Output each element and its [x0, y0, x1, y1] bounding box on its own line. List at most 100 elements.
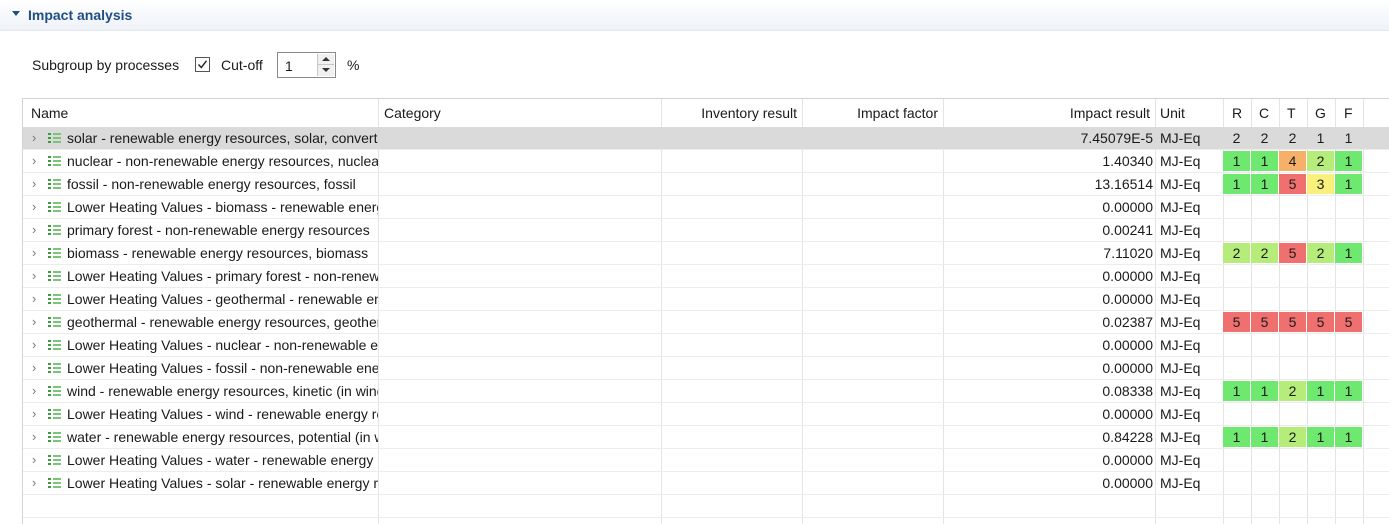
checkmark-icon	[197, 60, 208, 69]
expand-chevron-icon[interactable]: ›	[32, 176, 36, 191]
quality-score: 2	[1288, 130, 1297, 146]
table-row[interactable]: › Lower Heating Values - geothermal - ren…	[23, 288, 1389, 311]
spinner-up-button[interactable]	[318, 54, 334, 65]
quality-score: 1	[1251, 174, 1278, 194]
quality-score: 5	[1307, 312, 1334, 332]
row-name: fossil - non-renewable energy resources,…	[67, 176, 356, 192]
expand-chevron-icon[interactable]: ›	[32, 406, 36, 421]
quality-score: 2	[1279, 381, 1306, 401]
row-unit: MJ-Eq	[1160, 222, 1201, 238]
table-row[interactable]: › biomass - renewable energy resources, b…	[23, 242, 1389, 265]
expand-chevron-icon[interactable]: ›	[32, 314, 36, 329]
impact-table[interactable]: Name Category Inventory result Impact fa…	[22, 98, 1389, 524]
expand-chevron-icon[interactable]: ›	[32, 291, 36, 306]
expand-chevron-icon[interactable]: ›	[32, 337, 36, 352]
expand-chevron-icon[interactable]: ›	[32, 245, 36, 260]
row-name: primary forest - non-renewable energy re…	[67, 222, 370, 238]
expand-chevron-icon[interactable]: ›	[32, 153, 36, 168]
row-impact-result: 0.00000	[1102, 360, 1153, 376]
subgroup-checkbox[interactable]	[195, 57, 210, 72]
quality-score: 1	[1344, 130, 1353, 146]
result-list-icon	[48, 156, 61, 166]
quality-score: 1	[1223, 427, 1250, 447]
header-t[interactable]: T	[1287, 105, 1296, 121]
header-impact-result[interactable]: Impact result	[943, 105, 1150, 121]
table-row[interactable]: › water - renewable energy resources, pot…	[23, 426, 1389, 449]
table-row[interactable]: › Lower Heating Values - nuclear - non-re…	[23, 334, 1389, 357]
header-category[interactable]: Category	[384, 105, 441, 121]
quality-score: 5	[1279, 174, 1306, 194]
spinner-down-button[interactable]	[318, 65, 334, 76]
result-list-icon	[48, 340, 61, 350]
header-inventory-result[interactable]: Inventory result	[661, 105, 797, 121]
quality-score: 1	[1251, 427, 1278, 447]
row-unit: MJ-Eq	[1160, 291, 1201, 307]
quality-score: 5	[1279, 243, 1306, 263]
header-c[interactable]: C	[1259, 105, 1269, 121]
table-row[interactable]: › Lower Heating Values - wind - renewable…	[23, 403, 1389, 426]
table-row[interactable]: › Lower Heating Values - fossil - non-ren…	[23, 357, 1389, 380]
cutoff-spinner[interactable]: 1	[277, 52, 336, 78]
cutoff-label: Cut-off	[221, 57, 263, 73]
quality-score: 5	[1279, 312, 1306, 332]
quality-score: 1	[1307, 381, 1334, 401]
result-list-icon	[48, 432, 61, 442]
row-name: Lower Heating Values - biomass - renewab…	[67, 199, 378, 215]
table-row[interactable]: › geothermal - renewable energy resources…	[23, 311, 1389, 334]
expand-chevron-icon[interactable]: ›	[32, 383, 36, 398]
table-row[interactable]: › Lower Heating Values - solar - renewabl…	[23, 472, 1389, 495]
table-body: › solar - renewable energy resources, sol…	[23, 127, 1389, 518]
expand-chevron-icon[interactable]: ›	[32, 268, 36, 283]
quality-score: 1	[1251, 151, 1278, 171]
row-name: Lower Heating Values - wind - renewable …	[67, 406, 378, 422]
row-name: Lower Heating Values - solar - renewable…	[67, 475, 378, 491]
result-list-icon	[48, 455, 61, 465]
header-unit[interactable]: Unit	[1160, 105, 1185, 121]
row-name: Lower Heating Values - primary forest - …	[67, 268, 378, 284]
table-row[interactable]: › primary forest - non-renewable energy r…	[23, 219, 1389, 242]
result-list-icon	[48, 294, 61, 304]
header-f[interactable]: F	[1344, 105, 1353, 121]
row-impact-result: 0.00000	[1102, 199, 1153, 215]
row-unit: MJ-Eq	[1160, 406, 1201, 422]
table-row[interactable]: › Lower Heating Values - primary forest -…	[23, 265, 1389, 288]
row-impact-result: 13.16514	[1094, 176, 1153, 192]
cutoff-value[interactable]: 1	[285, 58, 293, 74]
quality-score: 1	[1335, 243, 1362, 263]
result-list-icon	[48, 202, 61, 212]
row-name: biomass - renewable energy resources, bi…	[67, 245, 369, 261]
quality-score: 3	[1307, 174, 1334, 194]
row-name: solar - renewable energy resources, sola…	[67, 130, 378, 146]
row-impact-result: 0.08338	[1102, 383, 1153, 399]
table-row[interactable]: › fossil - non-renewable energy resources…	[23, 173, 1389, 196]
expand-chevron-icon[interactable]: ›	[32, 222, 36, 237]
header-impact-factor[interactable]: Impact factor	[802, 105, 938, 121]
result-list-icon	[48, 133, 61, 143]
expand-chevron-icon[interactable]: ›	[32, 360, 36, 375]
header-g[interactable]: G	[1315, 105, 1326, 121]
row-unit: MJ-Eq	[1160, 337, 1201, 353]
table-row[interactable]: › solar - renewable energy resources, sol…	[23, 127, 1389, 150]
row-impact-result: 0.00000	[1102, 452, 1153, 468]
table-row[interactable]: › nuclear - non-renewable energy resource…	[23, 150, 1389, 173]
expand-chevron-icon[interactable]: ›	[32, 199, 36, 214]
row-impact-result: 7.45079E-5	[1080, 130, 1153, 146]
section-header[interactable]: Impact analysis	[0, 0, 1389, 31]
row-impact-result: 7.11020	[1103, 245, 1153, 261]
table-row[interactable]: › Lower Heating Values - water - renewabl…	[23, 449, 1389, 472]
table-row[interactable]: › Lower Heating Values - biomass - renewa…	[23, 196, 1389, 219]
row-name: water - renewable energy resources, pote…	[67, 429, 378, 445]
expand-chevron-icon[interactable]: ›	[32, 130, 36, 145]
section-title: Impact analysis	[28, 7, 133, 23]
expand-chevron-icon[interactable]: ›	[32, 429, 36, 444]
row-name: wind - renewable energy resources, kinet…	[67, 383, 378, 399]
result-list-icon	[48, 478, 61, 488]
expand-chevron-icon[interactable]: ›	[32, 452, 36, 467]
header-r[interactable]: R	[1232, 105, 1242, 121]
table-row[interactable]: › wind - renewable energy resources, kine…	[23, 380, 1389, 403]
row-impact-result: 0.00000	[1102, 268, 1153, 284]
header-name[interactable]: Name	[31, 105, 68, 121]
collapse-triangle-icon[interactable]	[12, 11, 20, 16]
expand-chevron-icon[interactable]: ›	[32, 475, 36, 490]
row-name: Lower Heating Values - fossil - non-rene…	[67, 360, 378, 376]
